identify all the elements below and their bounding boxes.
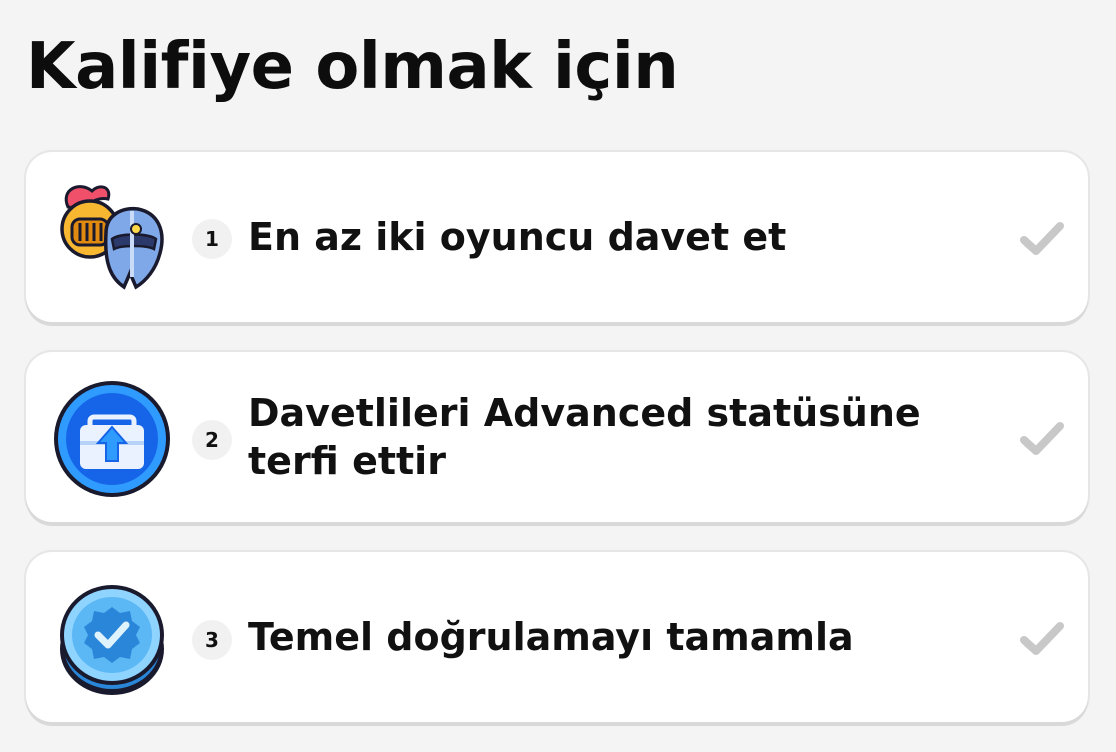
step-number: 2 xyxy=(192,420,232,460)
step-card-basic-verification[interactable]: 3 Temel doğrulamayı tamamla xyxy=(26,552,1088,722)
step-number: 3 xyxy=(192,620,232,660)
step-number: 1 xyxy=(192,219,232,259)
checkmark-icon xyxy=(1020,218,1064,258)
checkmark-icon xyxy=(1020,618,1064,658)
step-label: En az iki oyuncu davet et xyxy=(248,215,787,259)
checkmark-icon xyxy=(1020,418,1064,458)
step-card-promote-invitees[interactable]: 2 Davetlileri Advanced statüsüne terfi e… xyxy=(26,352,1088,522)
step-card-invite-players[interactable]: 1 En az iki oyuncu davet et xyxy=(26,152,1088,322)
step-label: Davetlileri Advanced statüsüne terfi ett… xyxy=(248,391,921,483)
upgrade-briefcase-icon xyxy=(50,377,174,501)
knight-helmets-icon xyxy=(50,177,174,301)
page-title: Kalifiye olmak için xyxy=(26,30,679,104)
verified-badge-icon xyxy=(50,577,174,701)
step-label: Temel doğrulamayı tamamla xyxy=(248,615,854,659)
